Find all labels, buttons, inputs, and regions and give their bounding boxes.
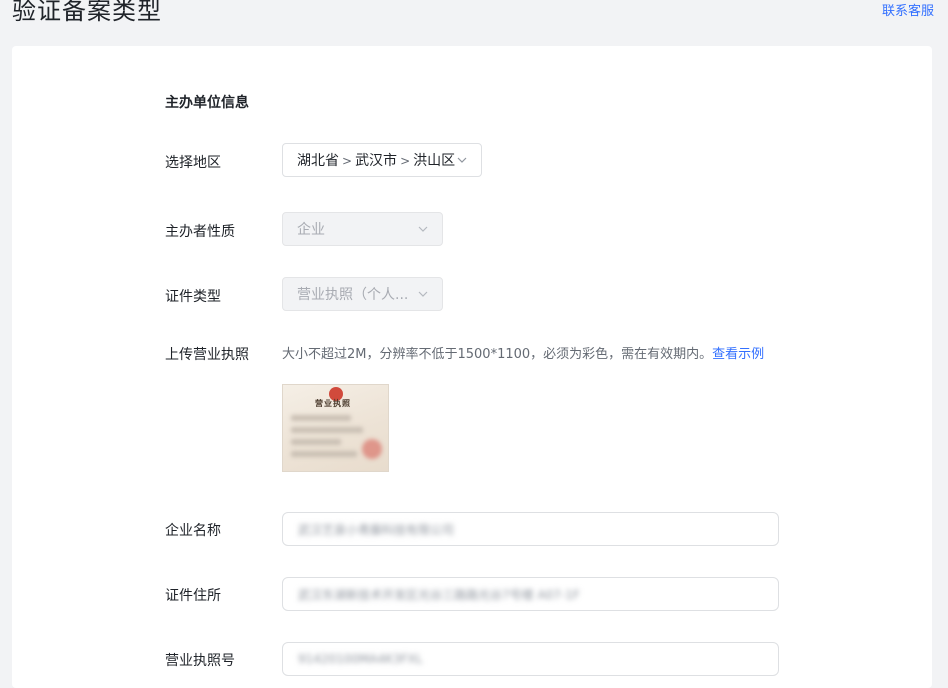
chevron-right-icon: > [400, 154, 411, 168]
top-bar: 验证备案类型 联系客服 [0, 0, 948, 46]
company-name-input[interactable]: 武汉艺泉小青藤科技有限公司 [282, 512, 779, 546]
license-number-input[interactable]: 91420100MA4K3FXL [282, 642, 779, 676]
section-title: 主办单位信息 [165, 95, 249, 111]
license-upload-label: 上传营业执照 [165, 347, 249, 363]
company-name-label: 企业名称 [165, 523, 221, 539]
chevron-down-icon [457, 157, 467, 163]
form-card: 主办单位信息 选择地区 湖北省 > 武汉市 > 洪山区 主办者性质 企业 证件类型 营业… [12, 46, 932, 688]
host-type-select[interactable]: 企业 [282, 212, 443, 246]
region-value: 湖北省 > 武汉市 > 洪山区 [297, 150, 455, 170]
blurred-text [291, 451, 357, 457]
region-district: 洪山区 [413, 153, 455, 169]
chevron-right-icon: > [342, 154, 353, 168]
chevron-down-icon [418, 226, 428, 232]
blurred-text [291, 439, 341, 445]
cert-address-input[interactable]: 武汉东湖新技术开发区光谷三路路光谷7号楼 A07-1F [282, 577, 779, 611]
cert-type-label: 证件类型 [165, 289, 221, 305]
host-type-value: 企业 [297, 222, 325, 238]
license-number-label: 营业执照号 [165, 653, 235, 669]
region-province: 湖北省 [297, 153, 339, 169]
license-number-value: 91420100MA4K3FXL [298, 652, 423, 666]
blurred-text [291, 427, 363, 433]
view-example-link[interactable]: 查看示例 [712, 347, 764, 362]
region-label: 选择地区 [165, 155, 221, 171]
company-name-value: 武汉艺泉小青藤科技有限公司 [298, 522, 455, 537]
blurred-text [291, 415, 351, 421]
host-type-label: 主办者性质 [165, 224, 235, 240]
license-thumbnail[interactable]: 营业执照 [282, 384, 389, 472]
page-title: 验证备案类型 [12, 0, 162, 25]
region-city: 武汉市 [355, 153, 398, 169]
cert-type-value: 营业执照（个人... [297, 287, 409, 303]
cert-type-select[interactable]: 营业执照（个人... [282, 277, 443, 311]
cert-address-label: 证件住所 [165, 588, 221, 604]
thumbnail-title: 营业执照 [315, 399, 351, 408]
cert-address-value: 武汉东湖新技术开发区光谷三路路光谷7号楼 A07-1F [298, 587, 580, 602]
region-select[interactable]: 湖北省 > 武汉市 > 洪山区 [282, 143, 482, 177]
seal-stamp [362, 439, 382, 459]
upload-hint-text: 大小不超过2M，分辨率不低于1500*1100，必须为彩色，需在有效期内。 [282, 347, 713, 362]
upload-hint: 大小不超过2M，分辨率不低于1500*1100，必须为彩色，需在有效期内。查看示… [282, 343, 764, 362]
chevron-down-icon [418, 291, 428, 297]
contact-support-link[interactable]: 联系客服 [882, 0, 934, 19]
